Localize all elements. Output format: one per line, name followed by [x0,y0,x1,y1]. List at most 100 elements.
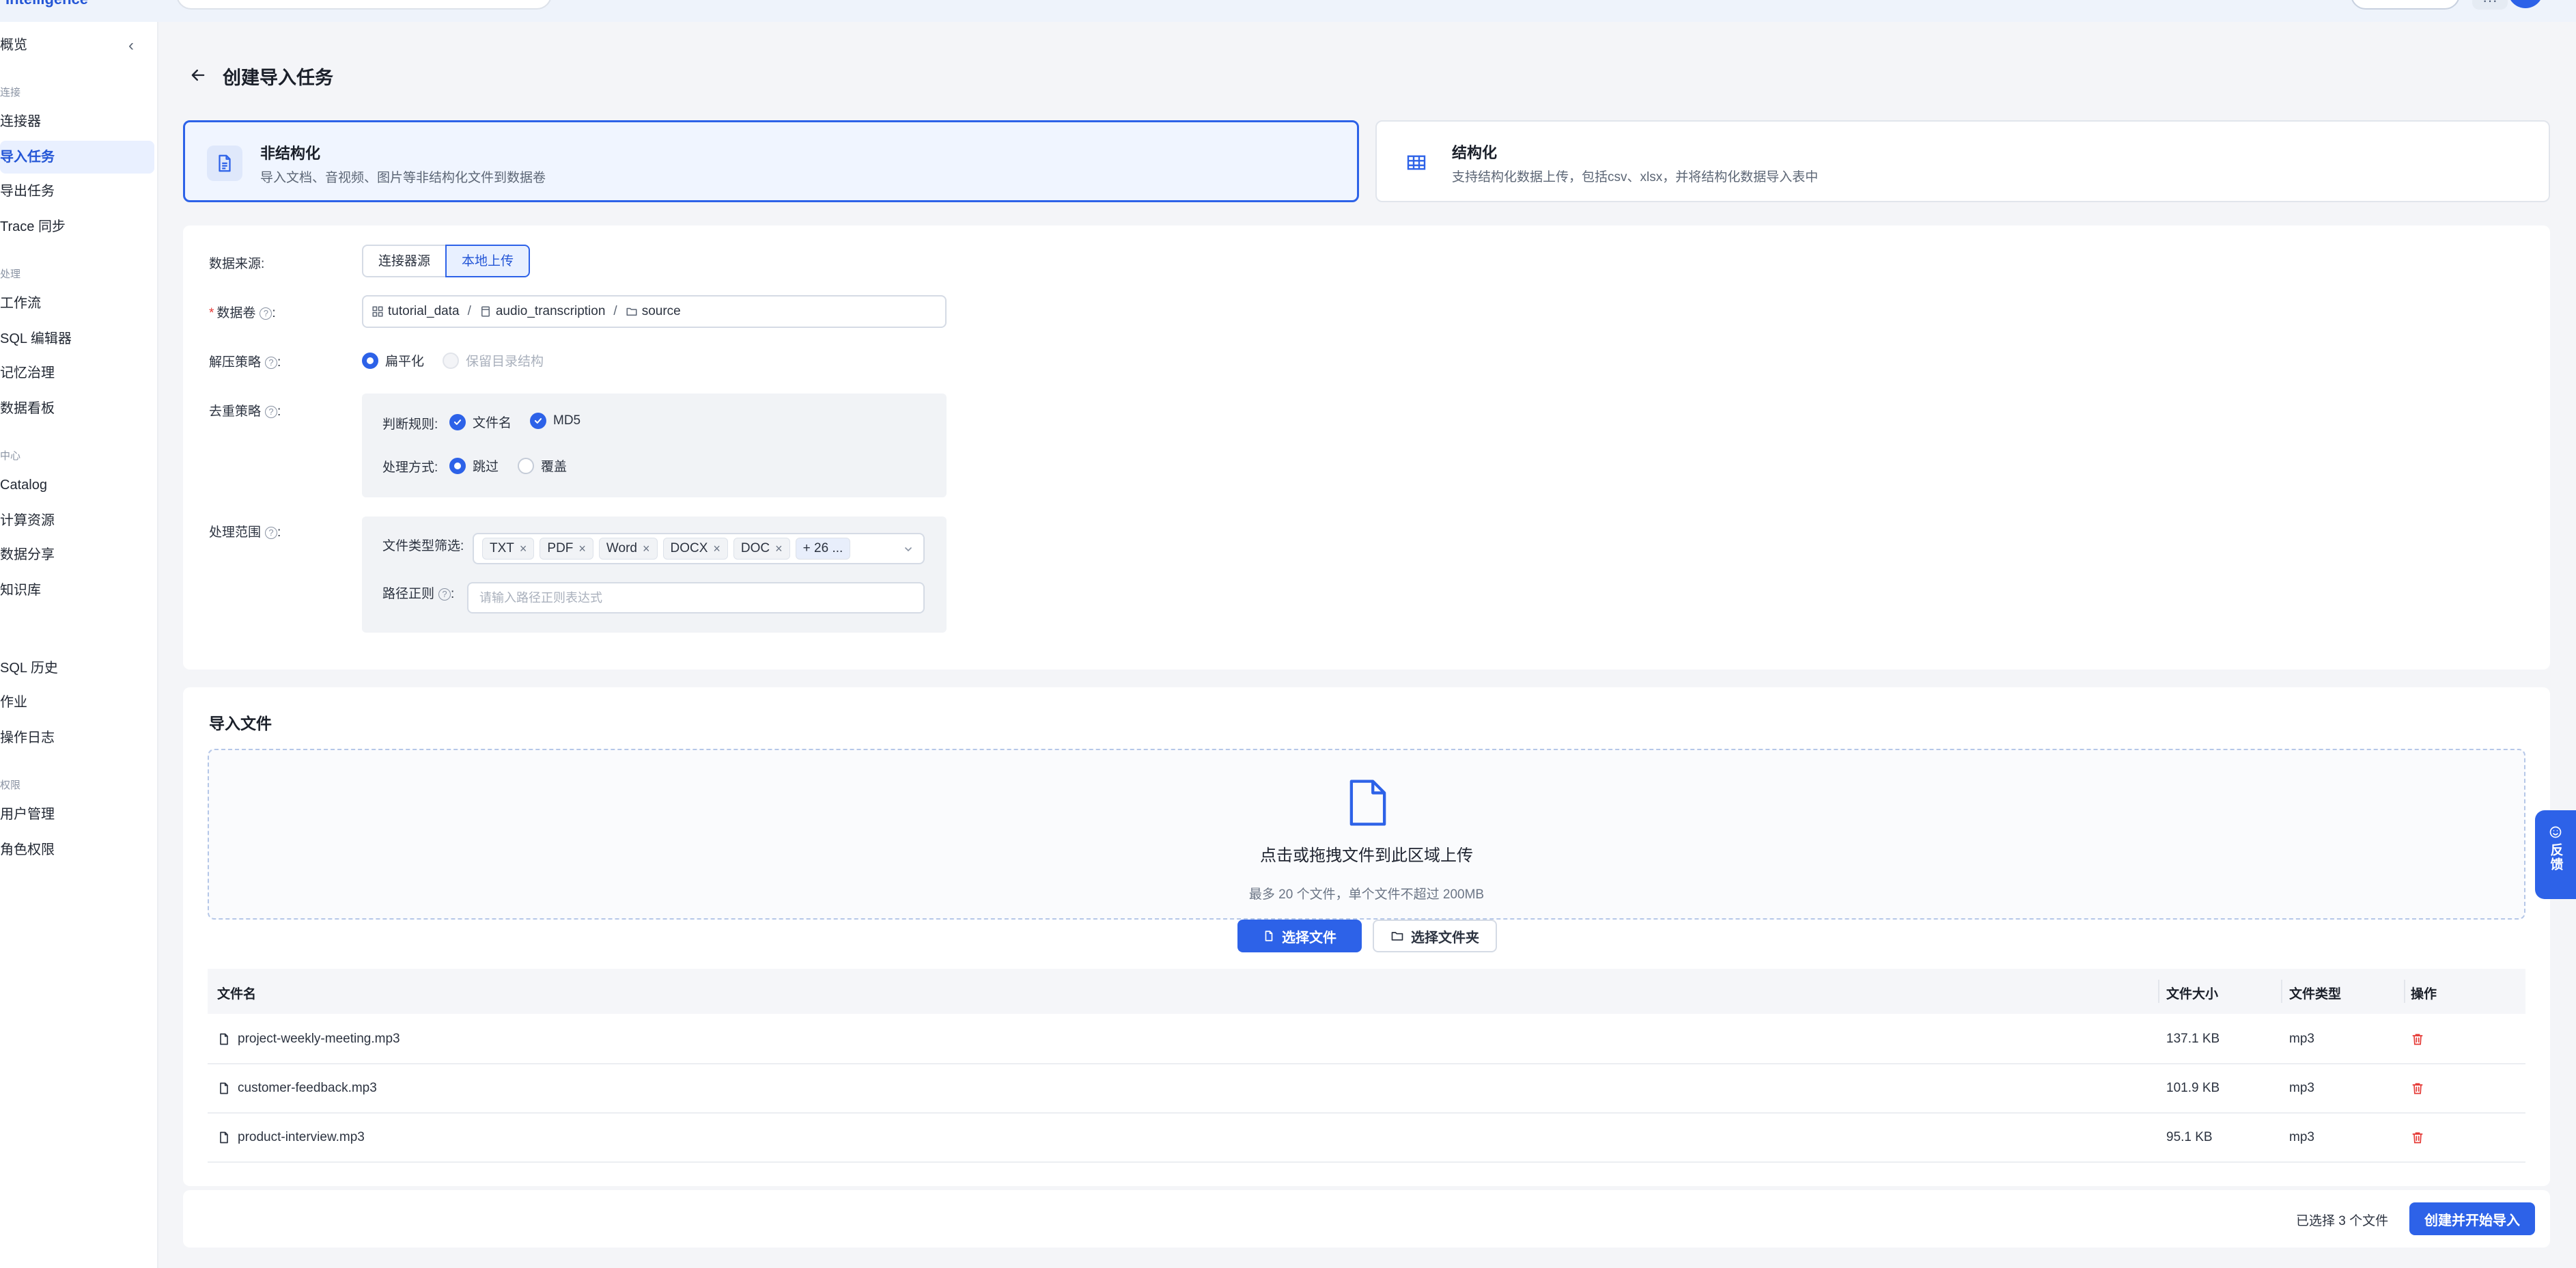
required-mark: * [209,306,214,320]
dedup-rule-filename[interactable]: 文件名 [449,413,512,431]
smile-icon [2549,826,2562,838]
sidebar-item-operation-log[interactable]: 操作日志 [0,721,154,754]
volume-icon [481,306,490,317]
avatar[interactable] [2508,0,2543,8]
sidebar-item-sql-editor[interactable]: SQL 编辑器 [0,322,154,355]
structured-type-card[interactable]: 结构化 支持结构化数据上传，包括csv、xlsx，并将结构化数据导入表中 [1375,120,2550,202]
file-name: project-weekly-meeting.mp3 [238,1032,400,1046]
choose-folder-button[interactable]: 选择文件夹 [1373,920,1497,952]
feedback-button[interactable]: 反馈 [2535,810,2576,899]
collapse-sidebar-icon[interactable]: ‹ [123,38,139,55]
scope-label: 处理范围?: [209,525,281,540]
volume-path-selector[interactable]: tutorial_data / audio_transcription / so… [362,295,947,328]
table-icon [1399,145,1434,180]
help-icon[interactable]: ? [265,406,278,418]
sidebar-item-import-tasks[interactable]: 导入任务 [0,141,154,174]
file-type-tag: Word × [598,538,658,560]
remove-tag-icon[interactable]: × [643,542,650,555]
sidebar-item-trace-sync[interactable]: Trace 同步 [0,210,154,243]
sidebar-item-dashboard[interactable]: 数据看板 [0,392,154,425]
column-divider [2158,980,2159,1003]
path-separator: / [613,304,617,318]
sidebar: 概览 ‹ 连接 连接器 导入任务 导出任务 Trace 同步 处理 工作流 SQ… [0,22,158,1268]
global-search[interactable] [176,0,552,10]
create-and-import-button[interactable]: 创建并开始导入 [2409,1202,2535,1235]
dedup-label: 去重策略?: [209,404,281,419]
sidebar-item-connectors[interactable]: 连接器 [0,105,154,138]
help-icon[interactable]: ? [265,357,278,369]
delete-icon[interactable] [2411,1081,2424,1096]
help-icon[interactable]: ? [265,527,278,539]
sidebar-item-sql-history[interactable]: SQL 历史 [0,652,154,685]
dedup-mode-label: 处理方式: [382,460,438,475]
import-files-title: 导入文件 [209,715,272,732]
radio-unselected [518,457,534,474]
table-row: customer-feedback.mp3 101.9 KB mp3 [208,1064,2525,1114]
sidebar-item-memory-governance[interactable]: 记忆治理 [0,357,154,389]
remove-tag-icon[interactable]: × [775,542,783,555]
file-table-header: 文件名 文件大小 文件类型 操作 [208,969,2525,1014]
top-action-button[interactable] [2351,0,2460,10]
file-size: 95.1 KB [2166,1130,2213,1144]
sidebar-item-workflow[interactable]: 工作流 [0,287,154,320]
dedup-mode-overwrite[interactable]: 覆盖 [518,456,567,475]
file-type: mp3 [2289,1130,2314,1144]
file-icon [220,1131,228,1144]
file-upload-icon [1349,780,1386,826]
sidebar-group-title: 连接 [0,87,21,98]
delete-icon[interactable] [2411,1130,2424,1145]
file-icon [220,1082,228,1094]
file-type-select[interactable]: TXT × PDF × Word × DOCX × DOC × + 26 ... [473,533,925,564]
path-regex-input[interactable] [467,582,925,614]
dedup-mode-skip[interactable]: 跳过 [449,456,499,475]
file-icon [1265,931,1273,941]
remove-tag-icon[interactable]: × [578,542,586,555]
remove-tag-icon[interactable]: × [520,542,527,555]
dedup-rule-label: 判断规则: [382,417,438,432]
column-header-filename: 文件名 [217,987,257,1002]
source-option-local-upload[interactable]: 本地上传 [445,245,531,277]
unstructured-type-card[interactable]: 非结构化 导入文档、音视频、图片等非结构化文件到数据卷 [183,120,1359,202]
help-icon[interactable]: ? [438,588,451,601]
sidebar-item-knowledge-base[interactable]: 知识库 [0,574,154,607]
sidebar-item-catalog[interactable]: Catalog [0,469,154,501]
volume-label: * 数据卷?: [209,306,276,320]
more-icon[interactable]: ··· [2472,0,2508,10]
dedup-rule-md5[interactable]: MD5 [530,413,580,429]
more-tags-badge[interactable]: + 26 ... [795,538,851,560]
file-type: mp3 [2289,1032,2314,1046]
unzip-option-flatten[interactable]: 扁平化 [362,351,424,370]
radio-selected [362,352,378,369]
sidebar-item-jobs[interactable]: 作业 [0,686,154,719]
checkbox-checked-icon [449,413,466,430]
selected-files-count: 已选择 3 个文件 [2296,1214,2389,1228]
remove-tag-icon[interactable]: × [713,542,720,555]
file-size: 137.1 KB [2166,1032,2220,1046]
sidebar-group-title: 中心 [0,450,21,462]
column-divider [2281,980,2282,1003]
choose-file-button[interactable]: 选择文件 [1237,920,1362,952]
card-description: 导入文档、音视频、图片等非结构化文件到数据卷 [260,171,546,185]
sidebar-item-export-tasks[interactable]: 导出任务 [0,175,154,208]
dropzone-hint: 最多 20 个文件，单个文件不超过 200MB [1248,887,1485,902]
document-icon [207,146,242,181]
dropzone-text: 点击或拖拽文件到此区域上传 [1260,846,1473,865]
unzip-option-keep-structure[interactable]: 保留目录结构 [443,351,544,370]
folder-icon [1391,932,1403,941]
back-arrow-icon[interactable] [188,66,208,85]
path-separator: / [467,304,471,318]
delete-icon[interactable] [2411,1032,2424,1047]
sidebar-group-title: 处理 [0,268,21,280]
path-volume: audio_transcription [495,304,606,318]
sidebar-item-role-permissions[interactable]: 角色权限 [0,833,154,866]
help-icon[interactable]: ? [260,307,272,320]
source-option-connector[interactable]: 连接器源 [362,245,447,277]
path-catalog: tutorial_data [388,304,460,318]
sidebar-item-compute[interactable]: 计算资源 [0,504,154,537]
file-type-tag: DOC × [733,538,790,560]
sidebar-item-user-management[interactable]: 用户管理 [0,798,154,831]
sidebar-item-data-sharing[interactable]: 数据分享 [0,538,154,571]
upload-dropzone[interactable]: 点击或拖拽文件到此区域上传 最多 20 个文件，单个文件不超过 200MB [208,749,2525,920]
path-folder: source [641,304,681,318]
file-type-tag: PDF × [540,538,593,560]
